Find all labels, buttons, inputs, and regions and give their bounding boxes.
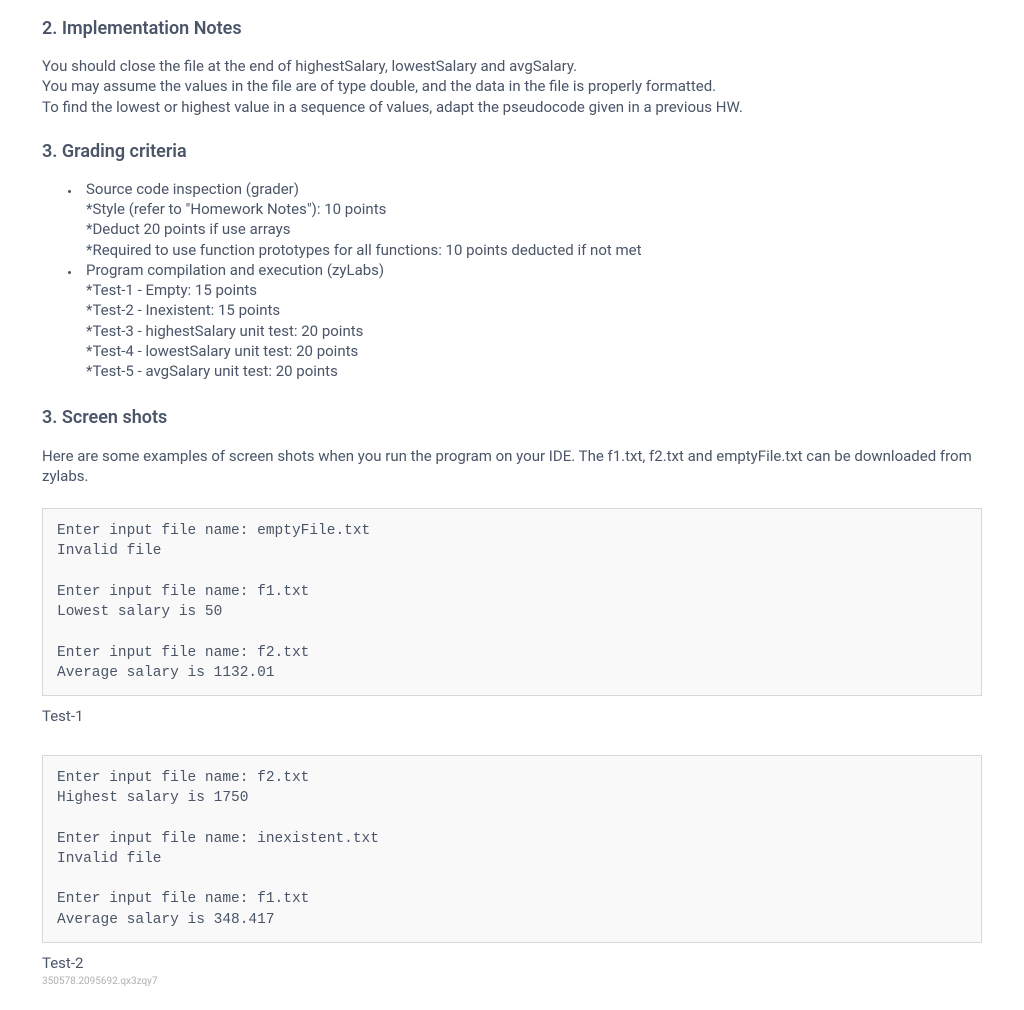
grading-item-main: Source code inspection (grader) — [86, 179, 982, 199]
section-heading-grading: 3. Grading criteria — [42, 139, 982, 165]
grading-item-sub: *Deduct 20 points if use arrays — [86, 219, 982, 239]
grading-item-inspection: Source code inspection (grader) *Style (… — [80, 179, 982, 260]
test-label-1: Test-1 — [42, 706, 982, 726]
grading-list: Source code inspection (grader) *Style (… — [42, 179, 982, 382]
code-block-test2: Enter input file name: f2.txt Highest sa… — [42, 755, 982, 943]
grading-item-main: Program compilation and execution (zyLab… — [86, 260, 982, 280]
grading-item-sub: *Test-3 - highestSalary unit test: 20 po… — [86, 321, 982, 341]
grading-item-sub: *Test-2 - Inexistent: 15 points — [86, 300, 982, 320]
grading-item-sub: *Test-5 - avgSalary unit test: 20 points — [86, 361, 982, 381]
grading-item-sub: *Style (refer to "Homework Notes"): 10 p… — [86, 199, 982, 219]
grading-item-sub: *Test-1 - Empty: 15 points — [86, 280, 982, 300]
grading-item-sub: *Test-4 - lowestSalary unit test: 20 poi… — [86, 341, 982, 361]
footer-code: 350578.2095692.qx3zqy7 — [42, 975, 982, 990]
section-heading-screenshots: 3. Screen shots — [42, 405, 982, 431]
code-block-test1: Enter input file name: emptyFile.txt Inv… — [42, 508, 982, 696]
section-heading-implementation: 2. Implementation Notes — [42, 16, 982, 42]
grading-item-sub: *Required to use function prototypes for… — [86, 240, 982, 260]
grading-item-execution: Program compilation and execution (zyLab… — [80, 260, 982, 382]
test-label-2: Test-2 — [42, 953, 982, 973]
impl-line-1: You should close the file at the end of … — [42, 56, 982, 76]
impl-line-3: To find the lowest or highest value in a… — [42, 97, 982, 117]
impl-line-2: You may assume the values in the file ar… — [42, 76, 982, 96]
screenshots-intro: Here are some examples of screen shots w… — [42, 446, 982, 487]
implementation-notes-block: You should close the file at the end of … — [42, 56, 982, 117]
